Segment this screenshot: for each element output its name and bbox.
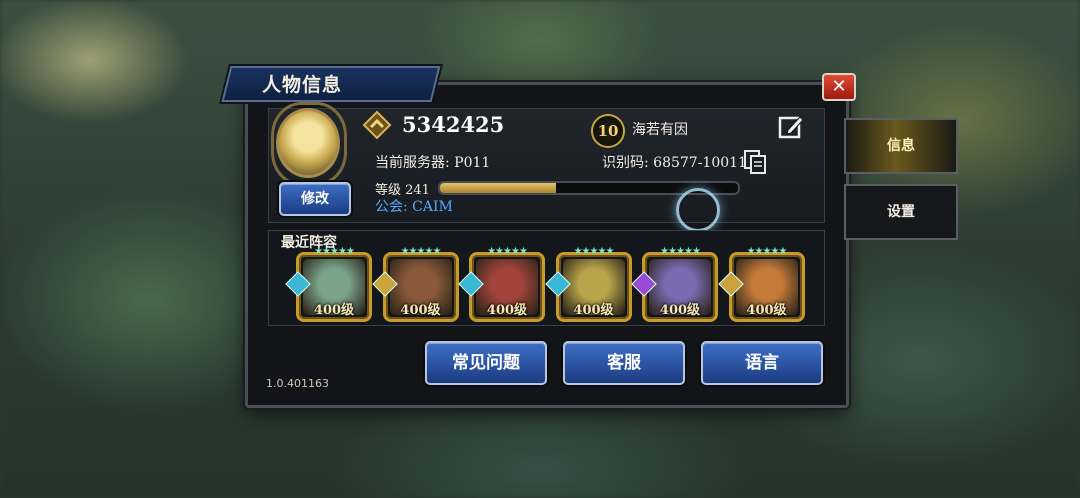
level-progress-fill: [440, 183, 557, 193]
language-button[interactable]: 语言: [701, 341, 823, 385]
dialog-title: 人物信息: [262, 74, 343, 96]
hero-stars: ★★★★★: [573, 246, 615, 257]
edit-icon[interactable]: [777, 113, 805, 141]
current-server: 当前服务器: P011: [375, 155, 491, 171]
faq-button[interactable]: 常见问题: [425, 341, 547, 385]
hero-stars: ★★★★★: [314, 246, 355, 257]
hero-card[interactable]: ★★★★★ 400级: [544, 246, 632, 322]
hero-card[interactable]: ★★★★★ 400级: [371, 246, 459, 322]
player-nickname: 海若有因: [632, 122, 688, 138]
version-label: 1.0.401163: [266, 377, 329, 390]
hero-level: 400级: [486, 303, 528, 318]
copy-icon[interactable]: [743, 149, 767, 175]
combat-power: 5342425: [402, 112, 505, 137]
hero-level: 400级: [313, 303, 355, 318]
hero-level: 400级: [400, 303, 441, 318]
player-id: 识别码: 68577-10011: [602, 155, 747, 171]
rank-badge: 10: [591, 114, 625, 148]
touch-indicator-ring: [676, 188, 720, 232]
hero-stars: ★★★★★: [746, 246, 788, 257]
hero-stars: ★★★★★: [400, 246, 442, 257]
hero-card[interactable]: ★★★★★ 400级: [631, 246, 718, 322]
hero-level: 400级: [659, 303, 701, 318]
hero-level: 400级: [746, 303, 787, 318]
crown-chevron-icon: [362, 110, 392, 140]
support-button[interactable]: 客服: [563, 341, 685, 385]
hero-stars: ★★★★★: [660, 246, 701, 257]
hero-card[interactable]: ★★★★★ 400级: [458, 246, 545, 322]
hero-card[interactable]: ★★★★★ 400级: [285, 246, 372, 322]
hero-level: 400级: [573, 303, 614, 318]
tab-settings[interactable]: 设置: [844, 184, 958, 240]
hero-stars: ★★★★★: [487, 246, 528, 257]
close-button[interactable]: ✕: [822, 73, 856, 101]
guild-link[interactable]: 公会: CAIM: [375, 196, 453, 216]
modify-avatar-button[interactable]: 修改: [279, 182, 351, 216]
tab-info[interactable]: 信息: [844, 118, 958, 174]
avatar[interactable]: [276, 108, 340, 178]
hero-card[interactable]: ★★★★★ 400级: [717, 246, 805, 322]
